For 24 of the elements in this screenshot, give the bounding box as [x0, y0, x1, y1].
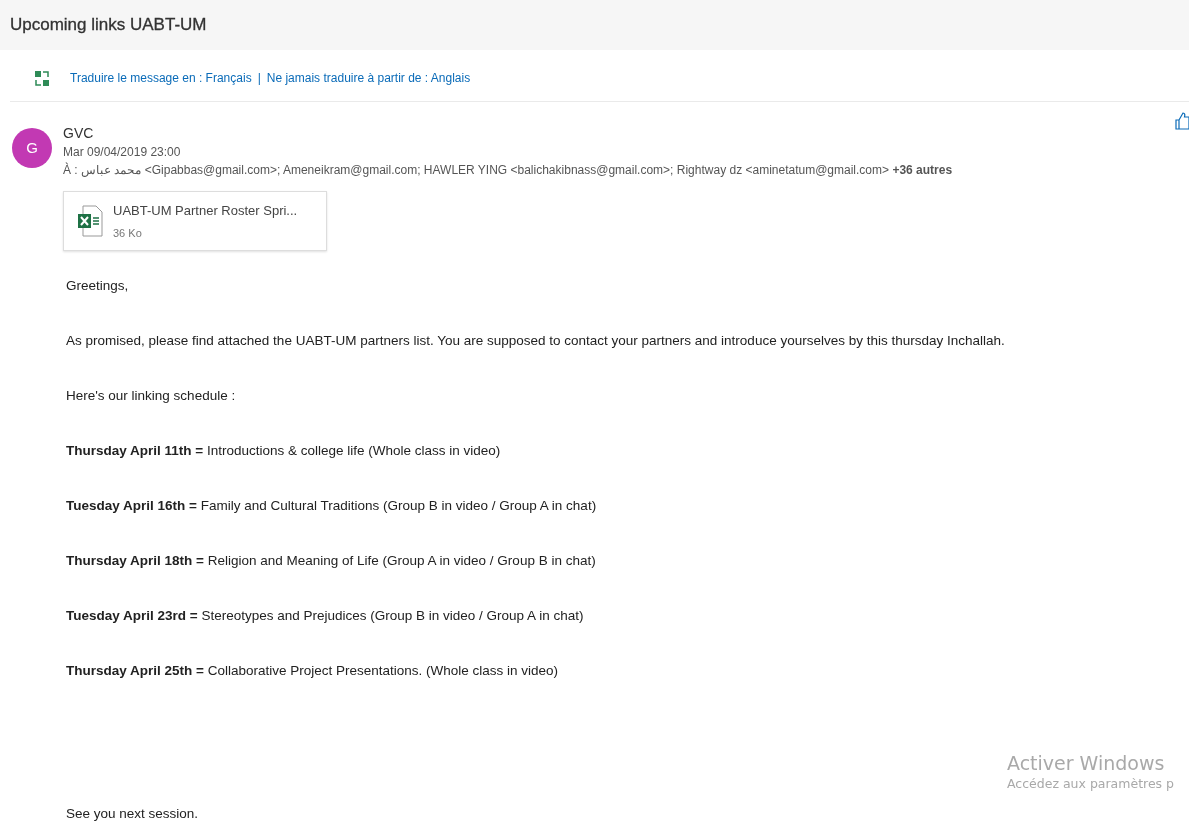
- attachment-card[interactable]: UABT-UM Partner Roster Spri... 36 Ko: [63, 190, 327, 251]
- activation-subtitle: Accédez aux paramètres p: [1007, 776, 1175, 791]
- body-paragraph: See you next session.: [66, 805, 200, 823]
- email-subject: Upcoming links UABT-UM: [10, 14, 207, 35]
- sender-avatar: G: [12, 127, 52, 168]
- spreadsheet-file-icon: [77, 204, 103, 237]
- schedule-line: Thursday April 11th = Introductions & college life (Whole class in video): [66, 442, 502, 460]
- body-paragraph: As promised, please find attached the UABT-UM partners list. You are supposed to contact your partners and introduce yourselves by this thursday Inchallah.: [66, 332, 1006, 350]
- attachment-name: UABT-UM Partner Roster Spri...: [113, 202, 298, 218]
- body-paragraph: Here's our linking schedule :: [66, 387, 237, 405]
- schedule-line: Thursday April 25th = Collaborative Project Presentations. (Whole class in video): [66, 662, 560, 680]
- schedule-line: Tuesday April 23rd = Stereotypes and Prejudices (Group B in video / Group A in chat): [66, 607, 585, 625]
- body-paragraph: Greetings,: [66, 277, 130, 295]
- never-translate-link[interactable]: Ne jamais traduire à partir de : Anglais: [266, 71, 471, 86]
- thumbs-up-icon[interactable]: [1175, 111, 1189, 130]
- attachment-size: 36 Ko: [113, 226, 143, 239]
- link-separator: |: [257, 71, 261, 86]
- translate-link[interactable]: Traduire le message en : Français: [70, 71, 252, 86]
- translate-icon[interactable]: [34, 69, 50, 87]
- activation-title: Activer Windows: [1007, 752, 1166, 774]
- message-date: Mar 09/04/2019 23:00: [63, 144, 182, 159]
- schedule-line: Tuesday April 16th = Family and Cultural Traditions (Group B in video / Group A in chat): [66, 497, 598, 515]
- sender-name: GVC: [63, 124, 95, 141]
- schedule-line: Thursday April 18th = Religion and Meaning of Life (Group A in video / Group B in chat): [66, 552, 597, 570]
